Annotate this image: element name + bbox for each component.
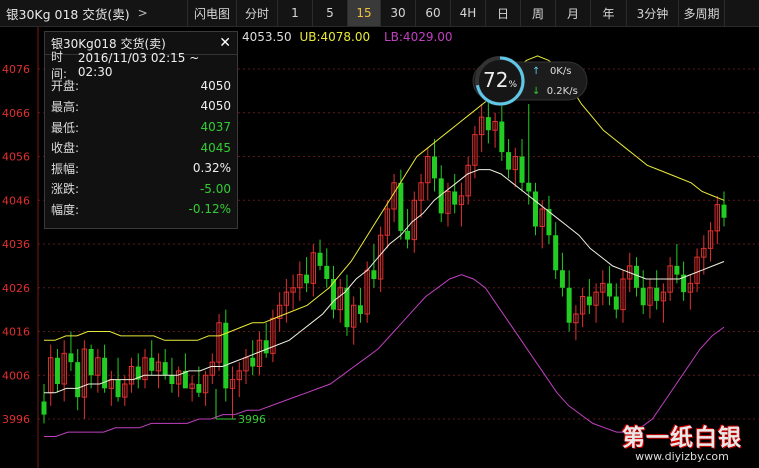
- y-tick-label: 4026: [2, 282, 30, 295]
- tab-年[interactable]: 年: [591, 0, 627, 26]
- candle-body: [559, 270, 565, 288]
- info-row-change: 涨跌: -5.00: [51, 181, 231, 197]
- candle-body: [485, 117, 491, 131]
- candle-body: [54, 357, 60, 384]
- y-tick-label: 3996: [2, 413, 30, 426]
- candle-body: [566, 287, 572, 323]
- tab-4H[interactable]: 4H: [451, 0, 486, 26]
- info-row-percent: 幅度: -0.12%: [51, 202, 231, 217]
- candle-body: [633, 265, 639, 288]
- instrument-title[interactable]: 银30Kg 018 交货(卖) >: [0, 0, 188, 26]
- candle-body: [721, 204, 727, 218]
- tab-30[interactable]: 30: [381, 0, 416, 26]
- candle-body: [526, 182, 532, 192]
- candle-body: [553, 235, 559, 271]
- candle-body: [75, 362, 81, 398]
- candle-body: [586, 296, 592, 306]
- candle-body: [371, 270, 377, 279]
- boll-lb-value: LB:4029.00: [383, 30, 453, 44]
- candle-body: [640, 287, 646, 306]
- candle-body: [68, 353, 74, 363]
- network-speed-widget[interactable]: 72% ↑ 0K/s ↓ 0.2K/s: [472, 54, 588, 106]
- info-row-time: 时间: 2016/11/03 02:15 ~ 02:30: [51, 50, 200, 82]
- y-tick-label: 4056: [2, 151, 30, 164]
- tab-月[interactable]: 月: [556, 0, 591, 26]
- watermark-name: 第一纸白银: [622, 425, 742, 451]
- tab-3分钟[interactable]: 3分钟: [627, 0, 679, 26]
- candle-body: [115, 379, 121, 398]
- y-tick-label: 4046: [2, 194, 30, 207]
- candle-body: [324, 265, 330, 279]
- candle-body: [41, 401, 47, 415]
- candle-body: [88, 349, 94, 376]
- candle-body: [499, 121, 505, 153]
- tab-周[interactable]: 周: [521, 0, 556, 26]
- tab-分时[interactable]: 分时: [237, 0, 278, 26]
- tab-日[interactable]: 日: [486, 0, 521, 26]
- candle-info-panel: 银30Kg018 交货(卖) ✕ 时间: 2016/11/03 02:15 ~ 0…: [44, 31, 238, 229]
- download-speed: ↓ 0.2K/s: [532, 86, 578, 97]
- site-watermark: 第一纸白银 www.diyizby.com: [607, 418, 757, 463]
- upload-speed: ↑ 0K/s: [532, 66, 572, 77]
- candle-body: [250, 357, 256, 367]
- boll-lower-line: [44, 274, 725, 437]
- boll-ub-value: UB:4078.00: [299, 30, 371, 44]
- candle-body: [431, 156, 437, 179]
- candle-body: [169, 375, 175, 384]
- candle-body: [357, 305, 363, 314]
- candle-body: [304, 274, 310, 284]
- candle-body: [532, 191, 538, 227]
- candle-body: [102, 357, 108, 389]
- candle-body: [344, 287, 350, 328]
- tab-1[interactable]: 1: [278, 0, 313, 26]
- y-tick-label: 4006: [2, 369, 30, 382]
- y-tick-label: 4066: [2, 107, 30, 120]
- min-price-label: 3996: [238, 413, 266, 426]
- candle-body: [674, 265, 680, 275]
- info-row-amplitude: 振幅: 0.32%: [51, 161, 231, 176]
- tab-15[interactable]: 15: [348, 0, 381, 26]
- tab-60[interactable]: 60: [416, 0, 451, 26]
- candle-body: [263, 340, 269, 354]
- y-tick-label: 4036: [2, 238, 30, 251]
- instrument-name: 银30Kg 018 交货(卖): [6, 6, 130, 22]
- tab-闪电图[interactable]: 闪电图: [188, 0, 237, 26]
- tab-5[interactable]: 5: [313, 0, 348, 26]
- boll-mid-value: 4053.50: [242, 30, 292, 44]
- bollinger-readout: 4053.50 UB:4078.00 LB:4029.00: [242, 30, 453, 44]
- candle-body: [607, 283, 613, 297]
- candle-body: [196, 384, 202, 393]
- toolbar: 银30Kg 018 交货(卖) > 闪电图 分时 1 5 15 30 60 4H 日周月年 3分钟…: [0, 0, 759, 27]
- candle-body: [405, 230, 411, 240]
- candle-body: [452, 191, 458, 205]
- candle-body: [162, 362, 168, 376]
- candle-body: [654, 287, 660, 301]
- candle-body: [519, 156, 525, 183]
- info-row-low: 最低: 4037: [51, 120, 231, 135]
- candle-body: [506, 152, 512, 170]
- candle-body: [331, 279, 337, 310]
- candle-body: [149, 357, 155, 371]
- y-tick-label: 4076: [2, 63, 30, 76]
- candle-body: [613, 296, 619, 310]
- expand-arrow-icon[interactable]: >: [138, 6, 148, 20]
- candle-body: [317, 252, 323, 266]
- candle-body: [398, 182, 404, 231]
- gauge-percent: 72%: [482, 68, 517, 92]
- info-row-high: 最高: 4050: [51, 99, 231, 114]
- tab-多周期[interactable]: 多周期: [679, 0, 725, 26]
- y-tick-label: 4016: [2, 326, 30, 339]
- close-icon[interactable]: ✕: [219, 35, 231, 51]
- info-row-close: 收盘: 4045: [51, 140, 231, 156]
- period-tabs: 闪电图 分时 1 5 15 30 60 4H 日周月年 3分钟 多周期: [188, 0, 759, 26]
